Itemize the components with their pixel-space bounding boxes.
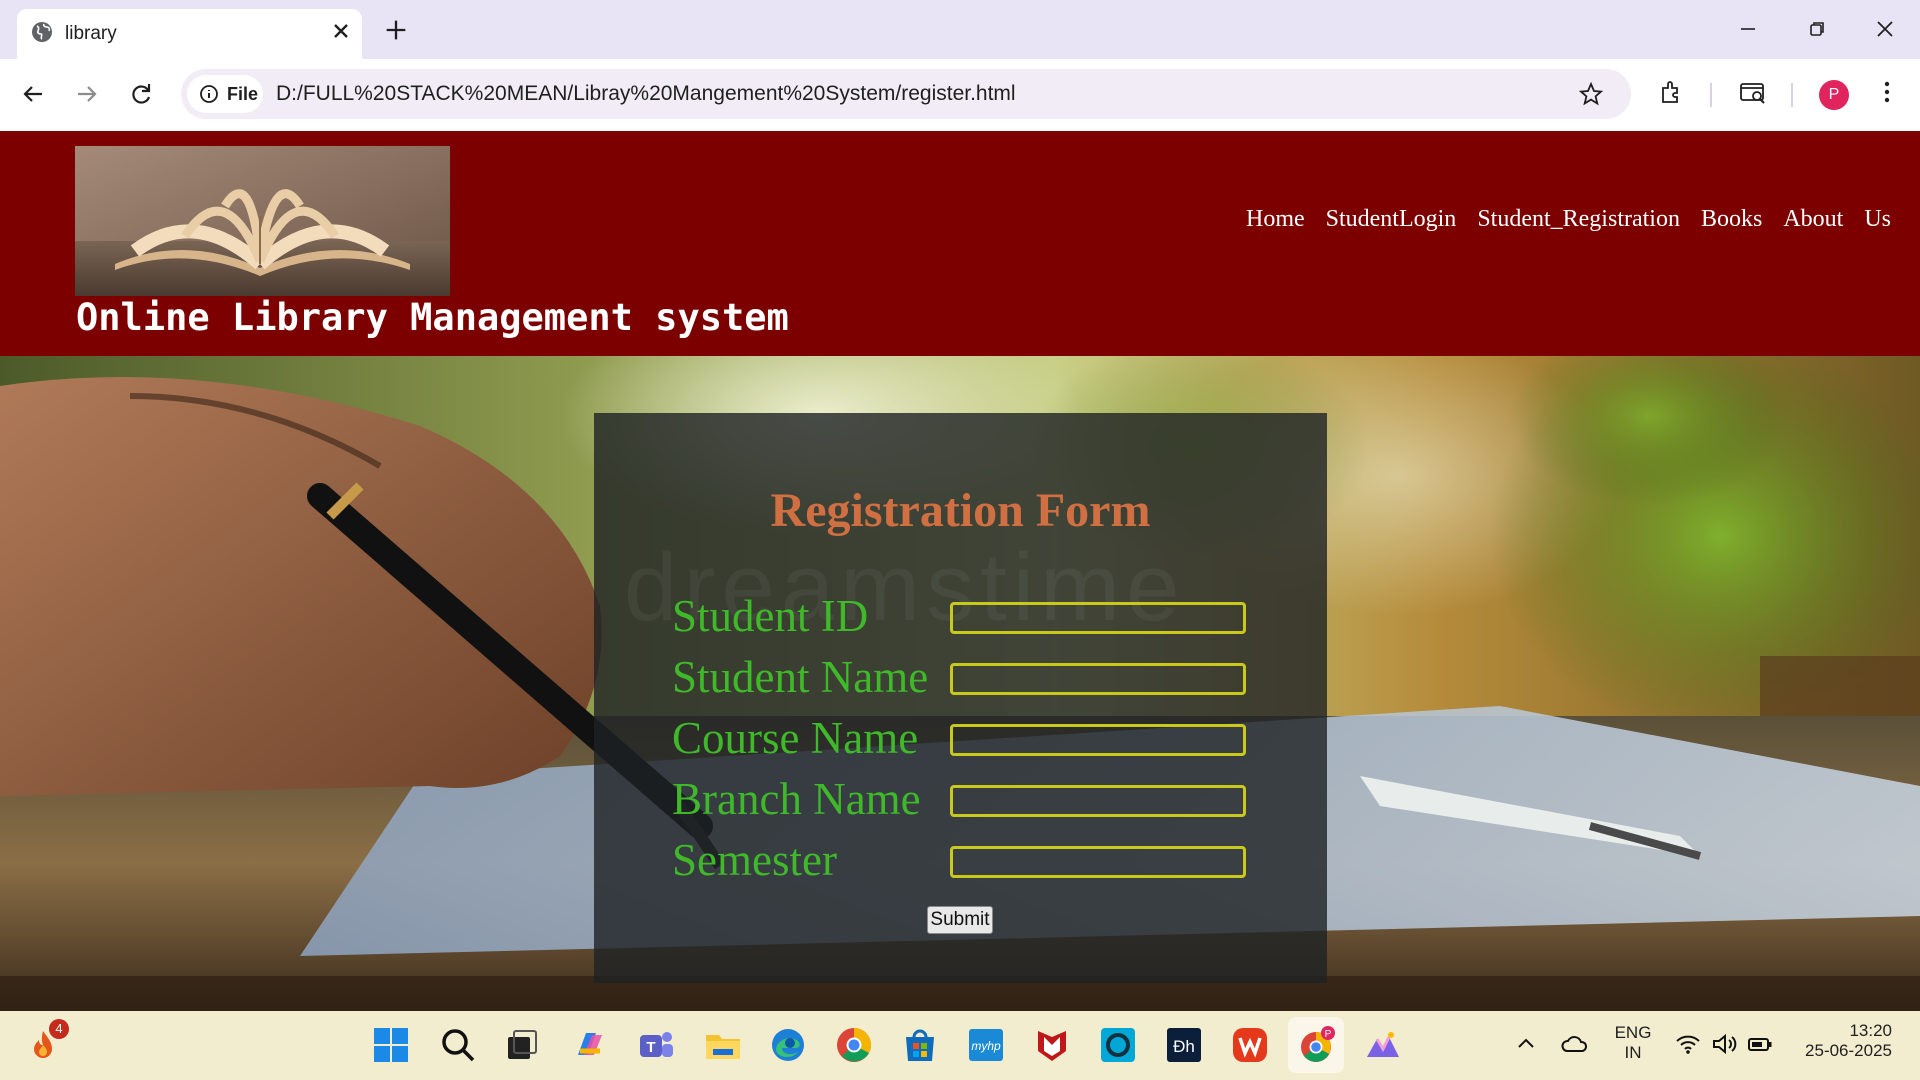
student-id-label: Student ID bbox=[672, 591, 869, 641]
student-name-label: Student Name bbox=[672, 652, 929, 702]
menu-home[interactable]: Home bbox=[1246, 206, 1305, 233]
form-row-student-id: Student ID bbox=[672, 591, 1272, 642]
copilot-icon[interactable] bbox=[570, 1025, 610, 1065]
toolbar-separator bbox=[1791, 83, 1793, 107]
chevron-up-icon[interactable] bbox=[1513, 1031, 1539, 1057]
form-row-branch-name: Branch Name bbox=[672, 774, 1272, 825]
registration-form: dreamstime Registration Form Student ID … bbox=[594, 413, 1327, 983]
main-menu: Home StudentLogin Student_Registration B… bbox=[1246, 206, 1891, 233]
menu-student-login[interactable]: StudentLogin bbox=[1326, 206, 1457, 233]
windows-start-icon[interactable] bbox=[371, 1025, 411, 1065]
region-code: IN bbox=[1624, 1043, 1642, 1062]
profile-avatar[interactable]: P bbox=[1819, 80, 1849, 110]
menu-student-registration[interactable]: Student_Registration bbox=[1477, 206, 1680, 233]
forward-icon[interactable] bbox=[70, 77, 104, 111]
globe-icon bbox=[32, 22, 52, 42]
form-row-semester: Semester bbox=[672, 835, 1272, 886]
form-row-course-name: Course Name bbox=[672, 713, 1272, 764]
semester-input[interactable] bbox=[950, 846, 1246, 878]
toolbar-separator bbox=[1710, 83, 1712, 107]
file-explorer-icon[interactable] bbox=[703, 1025, 743, 1065]
site-title: Online Library Management system bbox=[76, 296, 789, 339]
dailyhunt-icon[interactable]: Ɖh bbox=[1164, 1025, 1204, 1065]
menu-us[interactable]: Us bbox=[1864, 206, 1891, 233]
browser-tab-bar: library bbox=[0, 0, 1920, 59]
window-close-icon[interactable] bbox=[1870, 14, 1900, 44]
edge-icon[interactable] bbox=[768, 1025, 808, 1065]
branch-name-label: Branch Name bbox=[672, 774, 921, 824]
close-icon[interactable] bbox=[329, 19, 353, 43]
menu-about[interactable]: About bbox=[1783, 206, 1843, 233]
browser-toolbar: File D:/FULL%20STACK%20MEAN/Libray%20Man… bbox=[0, 59, 1920, 131]
tab-search-icon[interactable] bbox=[1738, 77, 1768, 107]
battery-icon[interactable] bbox=[1746, 1031, 1774, 1057]
browser-tab[interactable]: library bbox=[17, 9, 362, 59]
chrome-profile-badge: P bbox=[1325, 1029, 1332, 1040]
site-chip-label: File bbox=[227, 84, 259, 104]
minimize-icon[interactable] bbox=[1733, 14, 1763, 44]
form-title: Registration Form bbox=[770, 484, 1151, 537]
alexa-icon[interactable] bbox=[1098, 1025, 1138, 1065]
chrome-icon[interactable] bbox=[834, 1025, 874, 1065]
web-page: Online Library Management system Home St… bbox=[0, 131, 1920, 1011]
star-icon[interactable] bbox=[1578, 81, 1604, 107]
clock-date: 25-06-2025 bbox=[1805, 1041, 1892, 1060]
student-id-input[interactable] bbox=[950, 602, 1246, 634]
info-icon bbox=[200, 85, 218, 103]
open-book-logo bbox=[75, 146, 450, 296]
restore-icon[interactable] bbox=[1802, 14, 1832, 44]
microsoft-store-icon[interactable] bbox=[900, 1025, 940, 1065]
taskbar: 4 T myhp Ɖh P ENG IN 13:20 25-06-2025 bbox=[0, 1011, 1920, 1080]
photos-icon[interactable] bbox=[1363, 1025, 1403, 1065]
volume-icon[interactable] bbox=[1710, 1031, 1738, 1057]
task-view-icon[interactable] bbox=[502, 1025, 542, 1065]
clock[interactable]: 13:20 25-06-2025 bbox=[1780, 1021, 1892, 1061]
clock-time: 13:20 bbox=[1849, 1021, 1892, 1040]
extensions-icon[interactable] bbox=[1657, 77, 1687, 107]
student-name-input[interactable] bbox=[950, 663, 1246, 695]
language-code: ENG bbox=[1614, 1023, 1652, 1042]
svg-text:T: T bbox=[646, 1039, 655, 1056]
wifi-icon[interactable] bbox=[1674, 1031, 1702, 1057]
back-icon[interactable] bbox=[16, 77, 50, 111]
site-header: Online Library Management system Home St… bbox=[0, 131, 1920, 356]
tab-title: library bbox=[65, 23, 117, 44]
chrome-profile-icon[interactable]: P bbox=[1296, 1025, 1336, 1065]
notification-badge: 4 bbox=[49, 1019, 69, 1039]
onedrive-cloud-icon[interactable] bbox=[1560, 1031, 1590, 1057]
reload-icon[interactable] bbox=[124, 77, 158, 111]
course-name-input[interactable] bbox=[950, 724, 1246, 756]
form-row-student-name: Student Name bbox=[672, 652, 1272, 703]
mcafee-icon[interactable] bbox=[1032, 1025, 1072, 1065]
course-name-label: Course Name bbox=[672, 713, 919, 763]
branch-name-input[interactable] bbox=[950, 785, 1246, 817]
omnibox[interactable]: File D:/FULL%20STACK%20MEAN/Libray%20Man… bbox=[181, 69, 1631, 119]
submit-button[interactable]: Submit bbox=[927, 906, 993, 934]
plus-icon[interactable] bbox=[382, 16, 410, 44]
svg-text:myhp: myhp bbox=[971, 1039, 1001, 1053]
wps-office-icon[interactable] bbox=[1230, 1025, 1270, 1065]
site-info-chip[interactable]: File bbox=[187, 75, 263, 113]
semester-label: Semester bbox=[672, 835, 837, 885]
url-text[interactable]: D:/FULL%20STACK%20MEAN/Libray%20Mangemen… bbox=[276, 82, 1016, 106]
svg-text:Ɖh: Ɖh bbox=[1173, 1037, 1195, 1056]
menu-books[interactable]: Books bbox=[1701, 206, 1762, 233]
language-indicator[interactable]: ENG IN bbox=[1610, 1023, 1656, 1063]
more-icon[interactable] bbox=[1872, 77, 1902, 107]
hero-background: dreamstime Registration Form Student ID … bbox=[0, 356, 1920, 1011]
myhp-icon[interactable]: myhp bbox=[966, 1025, 1006, 1065]
teams-icon[interactable]: T bbox=[636, 1025, 676, 1065]
search-icon[interactable] bbox=[438, 1025, 478, 1065]
